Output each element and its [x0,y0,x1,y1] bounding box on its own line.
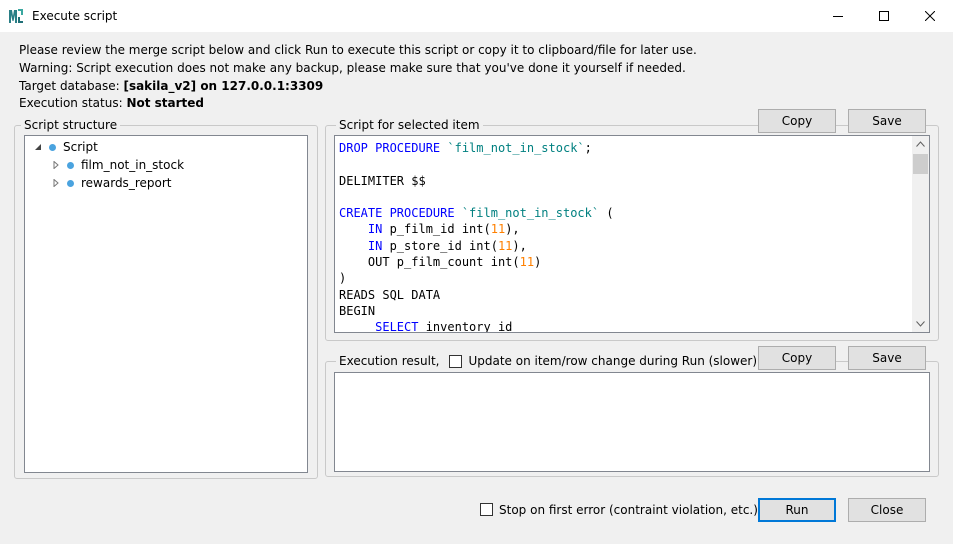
tree-item-script[interactable]: Script [33,138,98,156]
execution-result-output[interactable] [334,372,930,472]
code-token: DELIMITER $$ [339,173,426,188]
script-vertical-scrollbar[interactable] [912,136,929,332]
execution-status-line: Execution status: Not started [19,96,204,110]
close-button[interactable]: Close [848,498,926,522]
code-token: p_film_id int( [382,222,491,237]
code-token: p_store_id int( [382,238,498,253]
code-token: 11 [497,238,513,253]
result-copy-button[interactable]: Copy [758,346,836,370]
code-token: inventory_id [418,320,513,333]
update-on-change-checkbox[interactable] [449,354,463,368]
tree-item-rewards-report[interactable]: rewards_report [51,174,171,192]
code-line: SELECT inventory_id [339,319,614,333]
update-on-change-label: Update on item/row change during Run (sl… [468,354,758,368]
code-token: `film_not_in_stock` [447,141,585,155]
code-token: `film_not_in_stock` [461,206,600,221]
execution-result-legend: Execution result, Update on item/row cha… [336,354,761,368]
script-copy-button[interactable]: Copy [758,109,836,133]
info-line-warning: Warning: Script execution does not make … [19,61,686,75]
code-line: BEGIN [339,303,614,319]
app-logo-icon [8,8,24,24]
code-token: READS SQL DATA [339,287,441,302]
code-line: READS SQL DATA [339,287,614,303]
script-selected-legend: Script for selected item [336,118,483,132]
scroll-thumb[interactable] [913,154,928,174]
info-line-review: Please review the merge script below and… [19,43,697,57]
node-icon [49,143,56,151]
scroll-down-icon[interactable] [916,321,925,327]
expanded-arrow-icon[interactable] [33,142,43,152]
code-token: IN [367,222,383,237]
maximize-button[interactable] [861,0,907,32]
maximize-icon [879,11,889,21]
code-token: ) [534,255,542,270]
collapsed-arrow-icon[interactable] [51,160,61,170]
close-icon [925,11,935,21]
result-save-button[interactable]: Save [848,346,926,370]
script-code: DROP PROCEDURE `film_not_in_stock`; DELIM… [339,140,614,333]
stop-on-error-label: Stop on first error (contraint violation… [499,503,758,517]
code-line: CREATE PROCEDURE `film_not_in_stock` ( [339,205,614,221]
execution-result-label: Execution result, [339,354,440,368]
target-database-label: Target database: [19,79,120,93]
minimize-icon [833,16,843,17]
code-token: 11 [519,255,535,270]
code-line: OUT p_film_count int(11) [339,254,614,270]
code-token: ; [584,141,592,155]
code-token: ), [512,238,527,253]
code-token: DROP PROCEDURE [339,141,448,155]
code-token: SELECT [375,320,419,333]
code-line: ) [339,270,614,286]
script-structure-legend: Script structure [21,118,121,132]
code-token: 11 [490,222,506,237]
stop-on-error-checkbox[interactable] [480,503,493,516]
code-token: BEGIN [339,303,376,318]
code-token: OUT p_film_count int( [339,255,520,270]
code-line: IN p_film_id int(11), [339,221,614,237]
script-save-button[interactable]: Save [848,109,926,133]
target-database-line: Target database: [sakila_v2] on 127.0.0.… [19,79,323,93]
tree-item-label: film_not_in_stock [81,158,185,172]
scroll-up-icon[interactable] [916,141,925,147]
window-title: Execute script [32,9,118,23]
title-bar: Execute script [0,0,953,32]
code-token: ), [505,222,520,237]
script-structure-tree[interactable]: Script film_not_in_stock rewards_report [24,135,308,473]
node-icon [67,179,74,187]
script-editor[interactable]: DROP PROCEDURE `film_not_in_stock`; DELIM… [334,135,930,333]
execution-status-value: Not started [126,96,205,110]
code-line: DROP PROCEDURE `film_not_in_stock`; [339,140,614,156]
minimize-button[interactable] [815,0,861,32]
code-token: ) [339,271,347,286]
code-line: IN p_store_id int(11), [339,238,614,254]
tree-item-label: rewards_report [81,176,172,190]
tree-item-film-not-in-stock[interactable]: film_not_in_stock [51,156,184,174]
close-window-button[interactable] [907,0,953,32]
run-button[interactable]: Run [758,498,836,522]
node-icon [67,161,74,169]
code-token: IN [367,238,383,253]
tree-item-label: Script [63,140,98,154]
collapsed-arrow-icon[interactable] [51,178,61,188]
code-token: ( [599,206,614,221]
code-token: CREATE PROCEDURE [339,206,462,221]
code-line: DELIMITER $$ [339,173,614,189]
execution-status-label: Execution status: [19,96,123,110]
target-database-value: [sakila_v2] on 127.0.0.1:3309 [123,79,324,93]
